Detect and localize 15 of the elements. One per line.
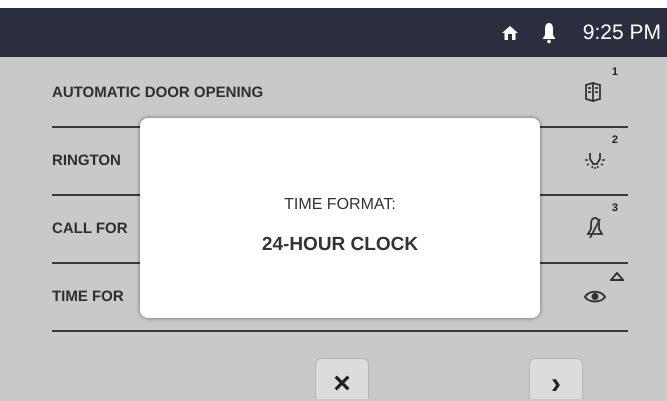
setting-label[interactable]: CALL FOR bbox=[52, 218, 128, 240]
bell-icon[interactable] bbox=[540, 22, 557, 44]
dialog-value: 24-HOUR CLOCK bbox=[262, 232, 418, 257]
close-button[interactable]: × bbox=[315, 358, 369, 399]
badge-number: 1 bbox=[612, 65, 618, 80]
home-icon[interactable] bbox=[500, 24, 519, 42]
setting-label[interactable]: RINGTON bbox=[52, 150, 121, 172]
dialog-title: TIME FORMAT: bbox=[284, 194, 396, 215]
badge-number: 3 bbox=[612, 201, 618, 216]
triangle-icon[interactable] bbox=[610, 272, 624, 281]
badge-number: 2 bbox=[612, 133, 618, 148]
clock-time: 9:25 PM bbox=[582, 20, 661, 46]
setting-label[interactable]: AUTOMATIC DOOR OPENING bbox=[52, 82, 264, 104]
setting-label[interactable]: TIME FOR bbox=[52, 286, 124, 308]
next-button[interactable]: › bbox=[529, 358, 583, 399]
